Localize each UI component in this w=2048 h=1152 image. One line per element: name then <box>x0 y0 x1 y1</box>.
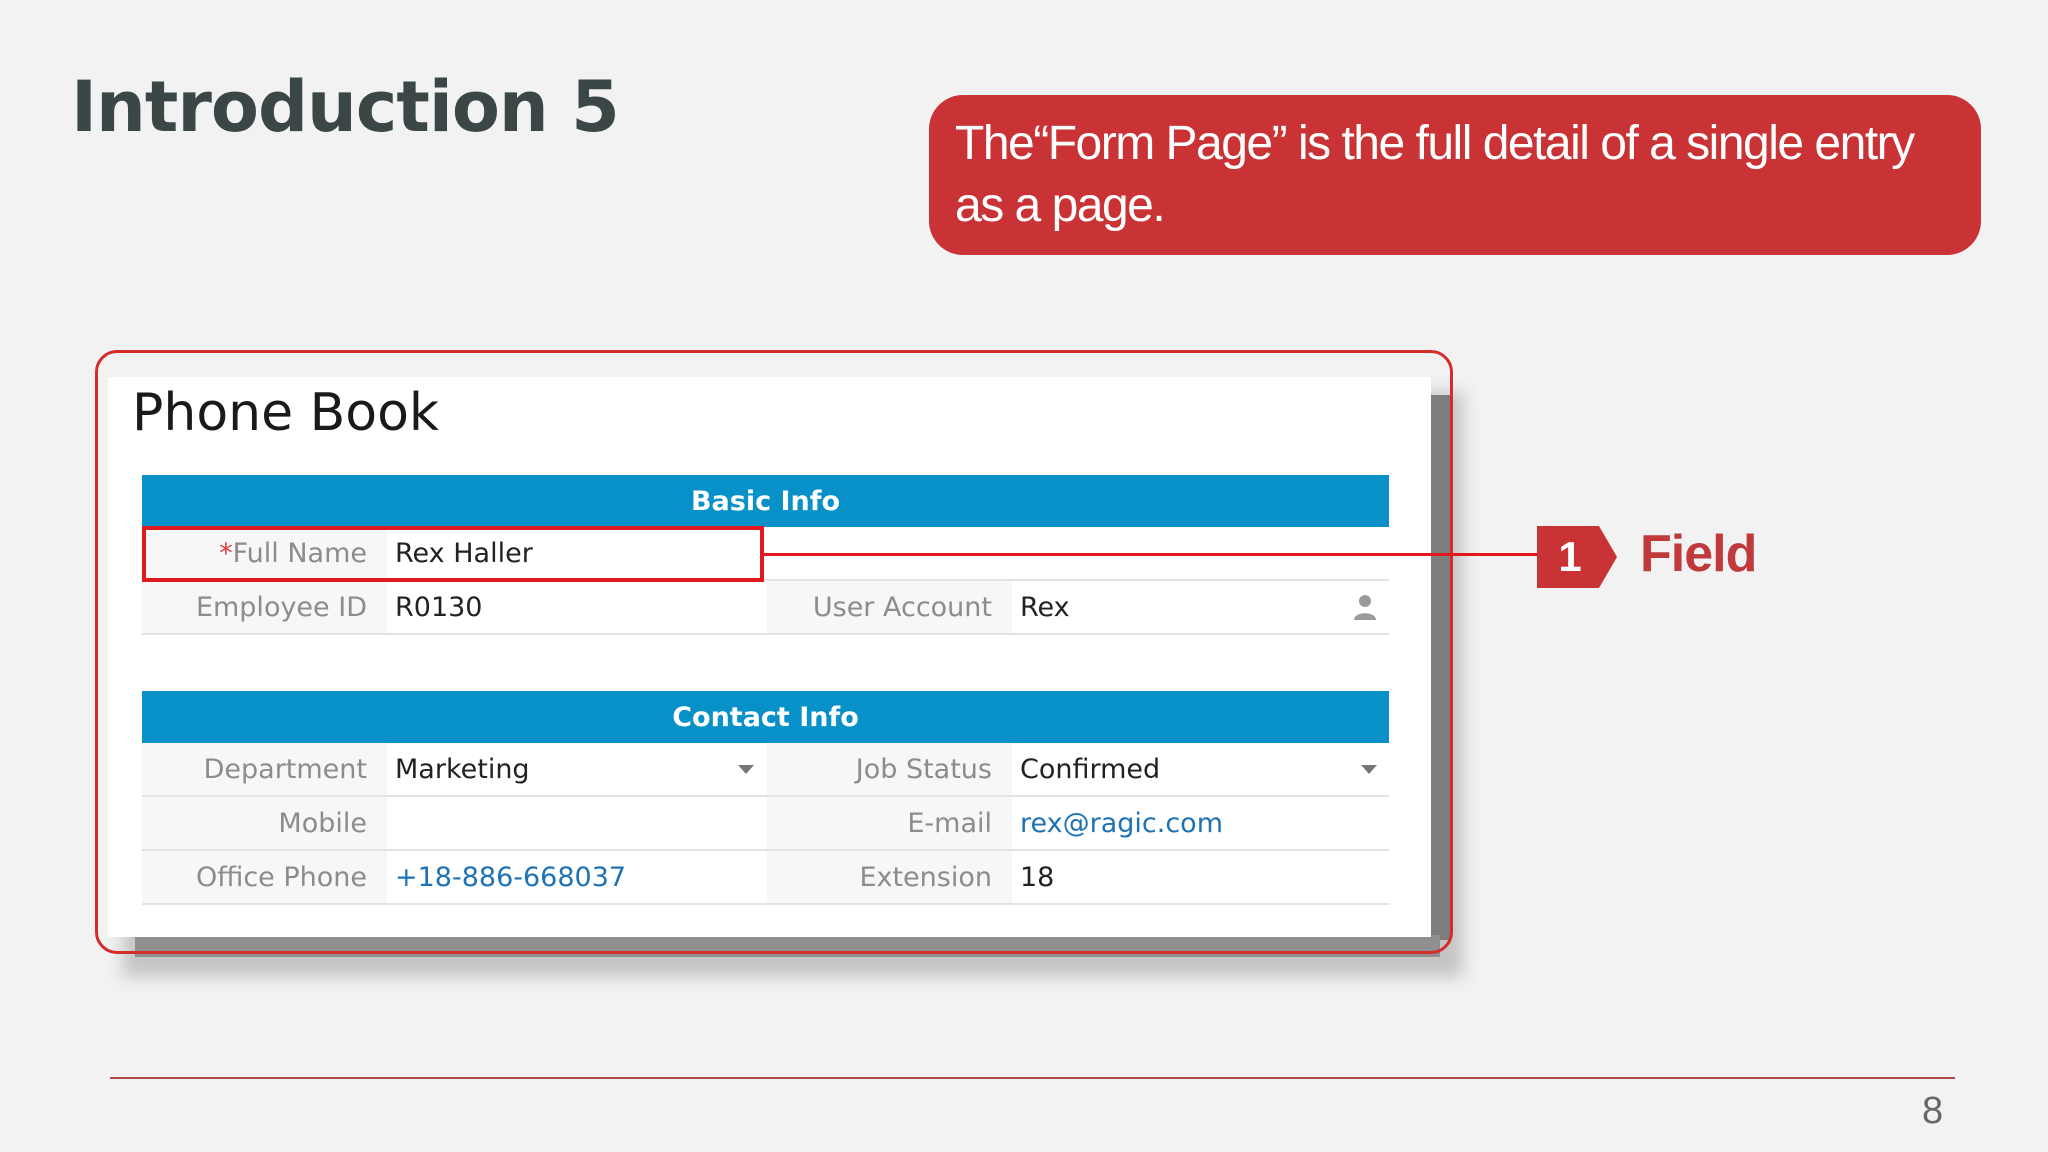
slide-title: Introduction 5 <box>71 66 620 148</box>
footer-divider <box>110 1077 1955 1079</box>
page-number: 8 <box>1922 1090 1944 1132</box>
annotation-label: Field <box>1640 525 1757 583</box>
annotation-number: 1 <box>1558 533 1582 580</box>
annotation-connector-line <box>764 553 1540 556</box>
field-highlight-box <box>142 526 764 582</box>
form-page-frame <box>95 350 1453 954</box>
callout-box: The“Form Page” is the full detail of a s… <box>929 95 1981 255</box>
